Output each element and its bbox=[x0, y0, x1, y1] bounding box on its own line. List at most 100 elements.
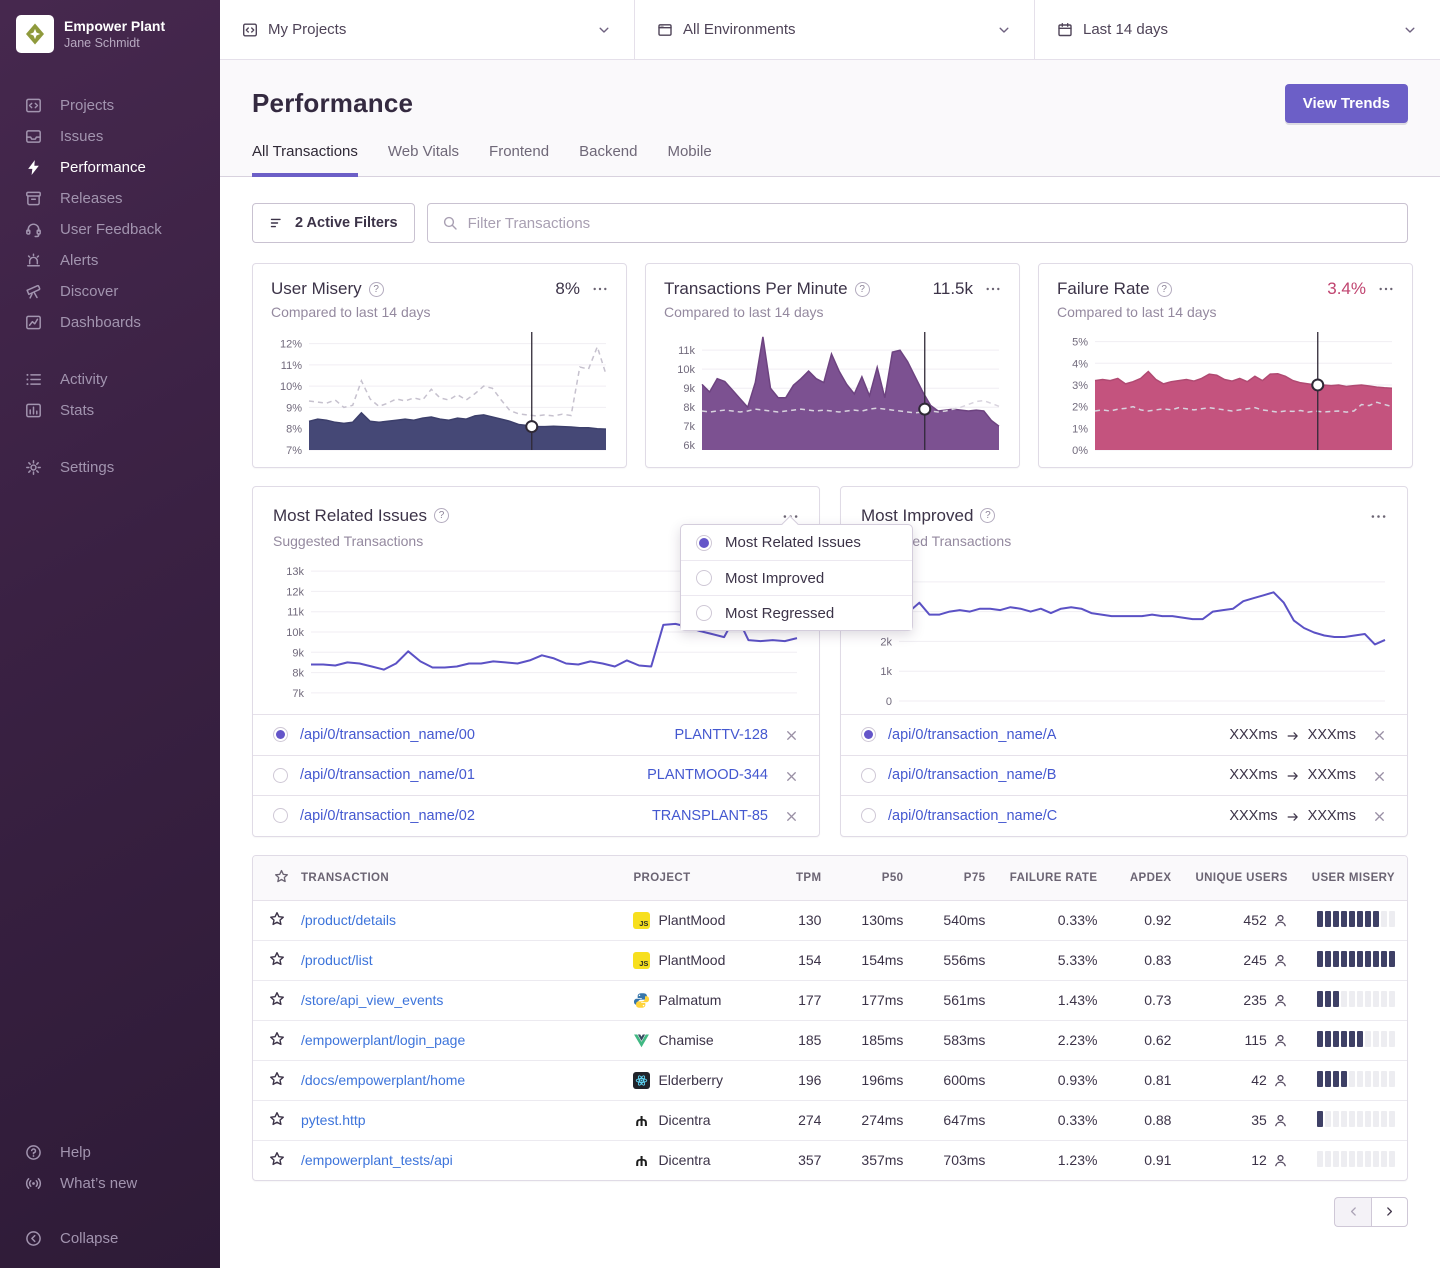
star-filled-icon[interactable] bbox=[269, 951, 285, 967]
help-icon[interactable]: ? bbox=[855, 282, 870, 297]
panel-menu-button[interactable] bbox=[1370, 502, 1387, 529]
close-icon[interactable] bbox=[1372, 803, 1387, 828]
svg-text:12%: 12% bbox=[280, 339, 302, 351]
star-outline-icon[interactable] bbox=[269, 1071, 285, 1087]
sidebar-item-settings[interactable]: Settings bbox=[0, 452, 220, 483]
transaction-link[interactable]: /empowerplant_tests/api bbox=[301, 1152, 453, 1168]
tab-all-transactions[interactable]: All Transactions bbox=[252, 143, 358, 177]
filter-dropdown-all-environments[interactable]: All Environments bbox=[635, 0, 1035, 59]
column-header-user-misery[interactable]: USER MISERY bbox=[1300, 856, 1407, 901]
radio-unselected[interactable] bbox=[861, 808, 876, 823]
column-header-unique-users[interactable]: UNIQUE USERS bbox=[1183, 856, 1299, 901]
transaction-link[interactable]: /docs/empowerplant/home bbox=[301, 1072, 465, 1088]
radio-selected[interactable] bbox=[861, 727, 876, 742]
sidebar-item-activity[interactable]: Activity bbox=[0, 364, 220, 395]
column-header-p75[interactable]: P75 bbox=[915, 856, 997, 901]
transaction-link[interactable]: /empowerplant/login_page bbox=[301, 1032, 465, 1048]
card-menu-button[interactable] bbox=[1378, 281, 1394, 297]
column-header-p50[interactable]: P50 bbox=[833, 856, 915, 901]
help-icon[interactable]: ? bbox=[1157, 282, 1172, 297]
collapse-icon bbox=[25, 1230, 42, 1247]
sidebar-item-user-feedback[interactable]: User Feedback bbox=[0, 214, 220, 245]
transaction-link[interactable]: /api/0/transaction_name/02 bbox=[300, 808, 475, 824]
radio-unselected[interactable] bbox=[273, 808, 288, 823]
radio-unselected[interactable] bbox=[273, 768, 288, 783]
transaction-link[interactable]: pytest.http bbox=[301, 1112, 366, 1128]
column-header-project[interactable]: PROJECT bbox=[621, 856, 771, 901]
column-header-apdex[interactable]: APDEX bbox=[1109, 856, 1183, 901]
sidebar-item-projects[interactable]: Projects bbox=[0, 90, 220, 121]
p50-cell: 357ms bbox=[833, 1140, 915, 1180]
tab-frontend[interactable]: Frontend bbox=[489, 143, 549, 177]
tab-backend[interactable]: Backend bbox=[579, 143, 637, 177]
transaction-link[interactable]: /api/0/transaction_name/01 bbox=[300, 767, 475, 783]
sidebar-item-alerts[interactable]: Alerts bbox=[0, 245, 220, 276]
sidebar-item-discover[interactable]: Discover bbox=[0, 276, 220, 307]
transaction-link[interactable]: /api/0/transaction_name/C bbox=[888, 808, 1057, 824]
issue-link[interactable]: PLANTTV-128 bbox=[675, 727, 769, 743]
issue-link[interactable]: PLANTMOOD-344 bbox=[647, 767, 768, 783]
unique-users-count: 35 bbox=[1251, 1112, 1267, 1128]
sidebar-item-help[interactable]: Help bbox=[0, 1137, 220, 1168]
column-header-transaction[interactable]: TRANSACTION bbox=[289, 856, 621, 901]
failure-rate-card: Failure Rate?3.4%Compared to last 14 day… bbox=[1038, 263, 1413, 468]
menu-item-most-improved[interactable]: Most Improved bbox=[681, 560, 912, 595]
help-icon[interactable]: ? bbox=[369, 282, 384, 297]
radio-unselected[interactable] bbox=[696, 570, 712, 586]
help-icon[interactable]: ? bbox=[434, 508, 449, 523]
star-outline-icon[interactable] bbox=[269, 1031, 285, 1047]
radio-selected[interactable] bbox=[273, 727, 288, 742]
star-outline-icon[interactable] bbox=[269, 1111, 285, 1127]
radio-unselected[interactable] bbox=[861, 768, 876, 783]
sidebar-item-performance[interactable]: Performance bbox=[0, 152, 220, 183]
search-input[interactable] bbox=[468, 215, 1393, 232]
sidebar-item-dashboards[interactable]: Dashboards bbox=[0, 307, 220, 338]
transaction-link[interactable]: /api/0/transaction_name/B bbox=[888, 767, 1056, 783]
issue-link[interactable]: TRANSPLANT-85 bbox=[652, 808, 768, 824]
sidebar-item-stats[interactable]: Stats bbox=[0, 395, 220, 426]
star-filled-icon[interactable] bbox=[269, 991, 285, 1007]
tab-mobile[interactable]: Mobile bbox=[667, 143, 711, 177]
transaction-link[interactable]: /store/api_view_events bbox=[301, 992, 443, 1008]
user-misery-bar bbox=[1317, 911, 1395, 927]
view-trends-button[interactable]: View Trends bbox=[1285, 84, 1408, 123]
close-icon[interactable] bbox=[1372, 763, 1387, 788]
svg-text:2k: 2k bbox=[880, 636, 892, 648]
column-header-failure-rate[interactable]: FAILURE RATE bbox=[997, 856, 1109, 901]
svg-text:6k: 6k bbox=[683, 440, 695, 452]
close-icon[interactable] bbox=[784, 763, 799, 788]
radio-unselected[interactable] bbox=[696, 605, 712, 621]
close-icon[interactable] bbox=[784, 803, 799, 828]
close-icon[interactable] bbox=[784, 722, 799, 747]
duration-after: XXXms bbox=[1308, 727, 1356, 743]
sidebar-collapse-button[interactable]: Collapse bbox=[0, 1223, 220, 1254]
sidebar-item-releases[interactable]: Releases bbox=[0, 183, 220, 214]
sidebar-item-issues[interactable]: Issues bbox=[0, 121, 220, 152]
filter-dropdown-last-14-days[interactable]: Last 14 days bbox=[1035, 0, 1440, 59]
menu-item-most-regressed[interactable]: Most Regressed bbox=[681, 595, 912, 630]
transaction-link[interactable]: /product/details bbox=[301, 912, 396, 928]
org-header[interactable]: Empower Plant Jane Schmidt bbox=[0, 0, 220, 68]
transaction-link[interactable]: /api/0/transaction_name/A bbox=[888, 727, 1056, 743]
pagination-prev-button[interactable] bbox=[1334, 1197, 1371, 1227]
star-outline-icon[interactable] bbox=[269, 1151, 285, 1167]
pagination-next-button[interactable] bbox=[1371, 1197, 1408, 1227]
star-filled-icon[interactable] bbox=[269, 911, 285, 927]
react-icon bbox=[633, 1072, 650, 1089]
card-menu-button[interactable] bbox=[592, 281, 608, 297]
help-icon[interactable]: ? bbox=[980, 508, 995, 523]
menu-item-most-related-issues[interactable]: Most Related Issues bbox=[681, 525, 912, 560]
svg-text:1k: 1k bbox=[880, 666, 892, 678]
sidebar-item-what-s-new[interactable]: What’s new bbox=[0, 1168, 220, 1199]
radio-selected[interactable] bbox=[696, 535, 712, 551]
transaction-link[interactable]: /api/0/transaction_name/00 bbox=[300, 727, 475, 743]
active-filters-button[interactable]: 2 Active Filters bbox=[252, 203, 415, 243]
close-icon[interactable] bbox=[1372, 722, 1387, 747]
filter-dropdown-my-projects[interactable]: My Projects bbox=[220, 0, 635, 59]
column-header-tpm[interactable]: TPM bbox=[771, 856, 833, 901]
tab-web-vitals[interactable]: Web Vitals bbox=[388, 143, 459, 177]
transaction-link[interactable]: /product/list bbox=[301, 952, 373, 968]
card-menu-button[interactable] bbox=[985, 281, 1001, 297]
empower-plant-logo-icon bbox=[23, 22, 47, 46]
vue-icon bbox=[633, 1032, 650, 1049]
